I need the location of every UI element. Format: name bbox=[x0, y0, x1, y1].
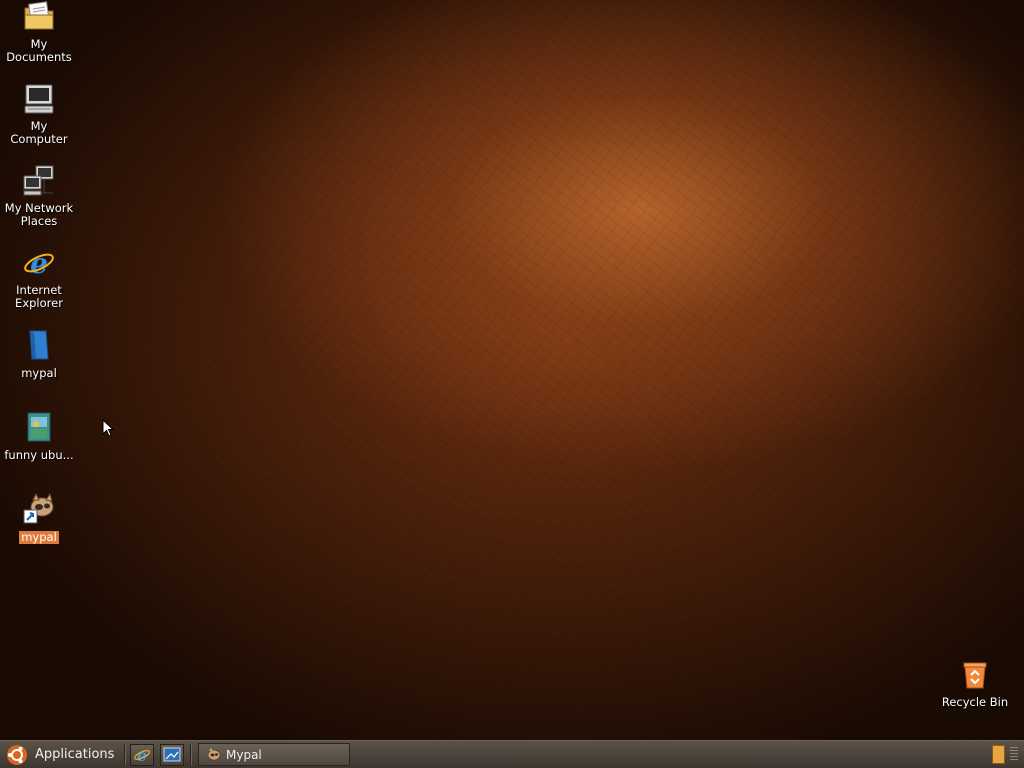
svg-text:e: e bbox=[30, 247, 48, 280]
notes-icon[interactable] bbox=[992, 745, 1005, 764]
ubuntu-logo-icon bbox=[7, 744, 27, 765]
desktop-icon-recycle-bin[interactable]: Recycle Bin bbox=[936, 657, 1014, 710]
folder-documents-icon bbox=[22, 0, 56, 34]
applications-label: Applications bbox=[35, 747, 115, 762]
mypal-folder-icon bbox=[22, 328, 56, 362]
desktop-icon-internet-explorer[interactable]: e Internet Explorer bbox=[0, 246, 78, 311]
show-desktop-icon bbox=[163, 747, 181, 762]
recycle-bin-icon bbox=[958, 657, 992, 691]
desktop-background: My Documents My Computer My Network Plac… bbox=[0, 0, 1024, 740]
desktop-icon-label: mypal bbox=[21, 366, 57, 380]
desktop-icon-label: Recycle Bin bbox=[941, 695, 1009, 709]
desktop-icon-my-computer[interactable]: My Computer bbox=[0, 82, 78, 147]
desktop-icon-label: funny ubu... bbox=[4, 448, 74, 462]
taskbar-separator bbox=[190, 744, 192, 765]
applications-menu-button[interactable]: Applications bbox=[4, 743, 120, 766]
tray-grip-icon[interactable] bbox=[1010, 747, 1018, 762]
network-places-icon bbox=[22, 164, 56, 198]
internet-explorer-icon: e bbox=[22, 246, 56, 280]
funny-ubuntu-file-icon bbox=[22, 410, 56, 444]
computer-icon bbox=[22, 82, 56, 116]
svg-text:e: e bbox=[137, 746, 147, 764]
desktop-icon-label: Internet Explorer bbox=[15, 283, 63, 310]
desktop-icon-my-documents[interactable]: My Documents bbox=[0, 0, 78, 65]
desktop-icon-mypal-shortcut[interactable]: mypal bbox=[0, 492, 78, 545]
taskbar: Applications e Mypal bbox=[0, 740, 1024, 768]
internet-explorer-icon: e bbox=[134, 746, 150, 764]
desktop-icon-mypal-folder[interactable]: mypal bbox=[0, 328, 78, 381]
task-label: Mypal bbox=[226, 747, 262, 762]
desktop-icon-label: mypal bbox=[19, 530, 59, 544]
desktop-icon-my-network-places[interactable]: My Network Places bbox=[0, 164, 78, 229]
desktop-icon-label: My Network Places bbox=[4, 201, 74, 228]
desktop-icon-label: My Computer bbox=[10, 119, 68, 146]
taskbar-task-mypal[interactable]: Mypal bbox=[198, 743, 350, 766]
desktop-icon-label: My Documents bbox=[6, 37, 72, 64]
mypal-icon bbox=[207, 747, 221, 760]
taskbar-separator bbox=[124, 744, 126, 765]
mouse-cursor-icon bbox=[102, 419, 114, 437]
desktop-icon-funny-ubuntu[interactable]: funny ubu... bbox=[0, 410, 78, 463]
mypal-shortcut-icon bbox=[22, 492, 56, 526]
launcher-internet-explorer[interactable]: e bbox=[130, 744, 154, 766]
launcher-show-desktop[interactable] bbox=[160, 744, 184, 766]
